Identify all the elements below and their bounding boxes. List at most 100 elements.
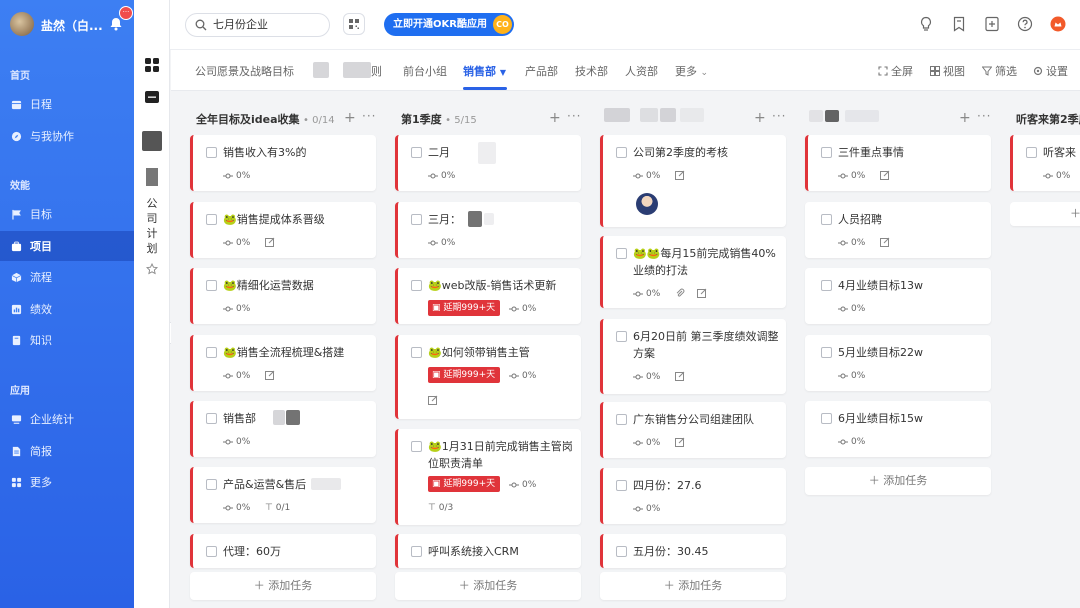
- task-card[interactable]: 🐸如何领带销售主管 ▣ 延期999+天 0%: [395, 335, 581, 419]
- user-profile[interactable]: 盐然（白... ···: [10, 6, 133, 39]
- tab-vision[interactable]: 公司愿景及战略目标: [195, 63, 294, 79]
- task-card[interactable]: 🐸🐸每月15前完成销售40%业绩的打法 0%: [600, 236, 786, 308]
- assignee-avatar[interactable]: [636, 193, 658, 215]
- task-checkbox[interactable]: [411, 441, 422, 452]
- task-checkbox[interactable]: [206, 214, 217, 225]
- task-checkbox[interactable]: [206, 147, 217, 158]
- task-card[interactable]: 产品&运营&售后 0% ⊤ 0/1: [190, 467, 376, 523]
- tab-sales[interactable]: 销售部 ▼: [463, 63, 506, 79]
- tab-hr[interactable]: 人资部: [625, 63, 658, 79]
- task-checkbox[interactable]: [411, 147, 422, 158]
- task-checkbox[interactable]: [821, 413, 832, 424]
- add-icon[interactable]: +: [344, 110, 356, 126]
- task-checkbox[interactable]: [411, 546, 422, 557]
- more-icon[interactable]: ···: [772, 109, 786, 123]
- export-icon[interactable]: [984, 16, 1000, 32]
- task-card[interactable]: 代理：60万: [190, 534, 376, 568]
- avatar[interactable]: [10, 12, 34, 36]
- task-card[interactable]: 三件重点事情 0%: [805, 135, 991, 191]
- task-checkbox[interactable]: [616, 546, 627, 557]
- edit-icon[interactable]: [675, 371, 685, 381]
- task-card[interactable]: 5月业绩目标22w 0%: [805, 335, 991, 391]
- add-task-button[interactable]: ＋ 添加任务: [395, 572, 581, 600]
- task-checkbox[interactable]: [411, 280, 422, 291]
- tab-tech[interactable]: 技术部: [575, 63, 608, 79]
- task-checkbox[interactable]: [411, 347, 422, 358]
- edit-icon[interactable]: [675, 170, 685, 180]
- sidebar-item-projects[interactable]: 项目: [0, 231, 134, 261]
- sidebar-item-process[interactable]: 流程: [0, 262, 134, 292]
- task-card[interactable]: 销售部 0%: [190, 401, 376, 457]
- star-icon[interactable]: [145, 262, 159, 278]
- add-icon[interactable]: +: [549, 110, 561, 126]
- sidebar-item-collab[interactable]: 与我协作: [0, 121, 134, 151]
- task-card[interactable]: 呼叫系统接入CRM: [395, 534, 581, 568]
- tab-product[interactable]: 产品部: [525, 63, 558, 79]
- task-card[interactable]: 听客来 0%: [1010, 135, 1080, 191]
- task-checkbox[interactable]: [206, 347, 217, 358]
- project-thumbnail-2[interactable]: [146, 168, 158, 186]
- task-card[interactable]: 公司第2季度的考核 0%: [600, 135, 786, 227]
- task-card[interactable]: 销售收入有3%的 0%: [190, 135, 376, 191]
- task-checkbox[interactable]: [616, 248, 627, 259]
- sidebar-item-statistics[interactable]: 企业统计: [0, 404, 134, 434]
- attachment-icon[interactable]: [675, 288, 685, 298]
- task-card[interactable]: 四月份：27.6 0%: [600, 468, 786, 524]
- filter-button[interactable]: 筛选: [982, 63, 1017, 79]
- sidebar-item-goals[interactable]: 目标: [0, 199, 134, 229]
- edit-icon[interactable]: [880, 237, 890, 247]
- task-card[interactable]: 6月业绩目标15w 0%: [805, 401, 991, 457]
- add-task-button[interactable]: ＋: [1010, 202, 1080, 226]
- task-checkbox[interactable]: [821, 214, 832, 225]
- tab-more[interactable]: 更多 ⌄: [675, 63, 708, 79]
- sidebar-item-knowledge[interactable]: 知识: [0, 325, 134, 355]
- qr-code-button[interactable]: [343, 13, 365, 35]
- search-input[interactable]: 七月份企业: [185, 13, 330, 37]
- more-icon[interactable]: ···: [567, 109, 581, 123]
- task-checkbox[interactable]: [206, 413, 217, 424]
- sidebar-item-more[interactable]: 更多: [0, 467, 134, 497]
- task-checkbox[interactable]: [616, 331, 627, 342]
- app-logo-icon[interactable]: [1050, 16, 1066, 32]
- task-checkbox[interactable]: [616, 480, 627, 491]
- edit-icon[interactable]: [265, 370, 275, 380]
- task-card[interactable]: 二月 0%: [395, 135, 581, 191]
- help-icon[interactable]: [1017, 16, 1033, 32]
- edit-icon[interactable]: [265, 237, 275, 247]
- task-card[interactable]: 三月： 0%: [395, 202, 581, 258]
- more-icon[interactable]: ···: [977, 109, 991, 123]
- notification-badge[interactable]: ···: [119, 6, 133, 20]
- task-card[interactable]: 🐸精细化运营数据 0%: [190, 268, 376, 324]
- edit-icon[interactable]: [675, 437, 685, 447]
- tab-redacted[interactable]: 则: [371, 63, 382, 79]
- task-checkbox[interactable]: [821, 147, 832, 158]
- task-checkbox[interactable]: [616, 414, 627, 425]
- user-name[interactable]: 盐然（白...: [41, 17, 103, 34]
- lightbulb-icon[interactable]: [918, 16, 934, 32]
- view-button[interactable]: 视图: [930, 63, 965, 79]
- okr-upgrade-button[interactable]: 立即开通OKR酷应用 CO: [384, 13, 514, 36]
- task-card[interactable]: 人员招聘 0%: [805, 202, 991, 258]
- task-checkbox[interactable]: [206, 280, 217, 291]
- task-card[interactable]: 五月份：30.45: [600, 534, 786, 568]
- edit-icon[interactable]: [428, 395, 438, 405]
- apps-grid-icon[interactable]: [145, 58, 159, 75]
- bookmark-icon[interactable]: [951, 16, 967, 32]
- sidebar-item-schedule[interactable]: 日程: [0, 89, 134, 119]
- add-task-button[interactable]: ＋ 添加任务: [805, 467, 991, 495]
- edit-icon[interactable]: [697, 288, 707, 298]
- sidebar-item-performance[interactable]: 绩效: [0, 294, 134, 324]
- fullscreen-button[interactable]: 全屏: [878, 63, 913, 79]
- task-card[interactable]: 🐸销售全流程梳理&搭建 0%: [190, 335, 376, 391]
- task-card[interactable]: 6月20日前 第三季度绩效调整方案 0%: [600, 319, 786, 394]
- task-checkbox[interactable]: [206, 479, 217, 490]
- project-thumbnail[interactable]: [142, 131, 162, 151]
- add-task-button[interactable]: ＋ 添加任务: [190, 572, 376, 600]
- project-vertical-label[interactable]: 公司计划: [144, 196, 160, 256]
- task-checkbox[interactable]: [1026, 147, 1037, 158]
- sidebar-item-briefing[interactable]: 简报: [0, 436, 134, 466]
- add-icon[interactable]: +: [754, 110, 766, 126]
- task-checkbox[interactable]: [821, 280, 832, 291]
- task-checkbox[interactable]: [821, 347, 832, 358]
- settings-button[interactable]: 设置: [1033, 63, 1068, 79]
